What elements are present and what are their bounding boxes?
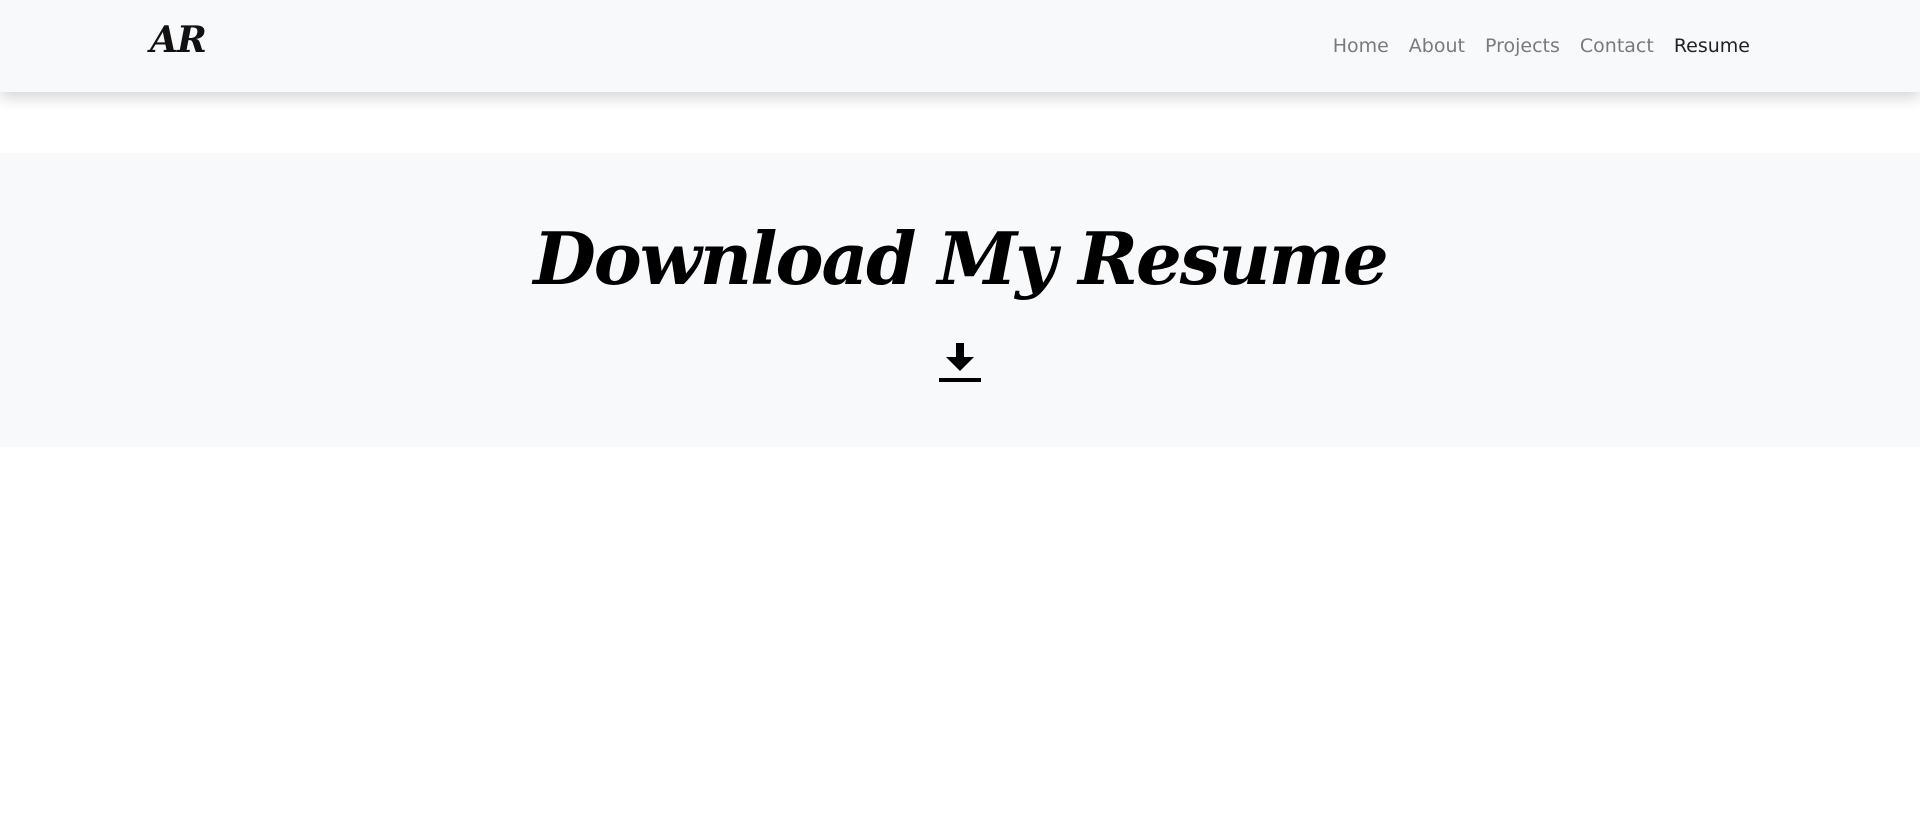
nav-link-projects[interactable]: Projects xyxy=(1475,34,1570,58)
nav-link-resume[interactable]: Resume xyxy=(1664,34,1760,58)
download-icon xyxy=(939,343,981,382)
resume-hero: Download My Resume xyxy=(0,153,1920,447)
nav-link-home[interactable]: Home xyxy=(1323,34,1399,58)
nav-links: Home About Projects Contact Resume xyxy=(1323,34,1760,58)
navbar: AR Home About Projects Contact Resume xyxy=(0,0,1920,92)
nav-link-contact[interactable]: Contact xyxy=(1570,34,1664,58)
nav-link-about[interactable]: About xyxy=(1399,34,1475,58)
download-resume-button[interactable] xyxy=(936,338,984,386)
brand-logo[interactable]: AR xyxy=(150,22,207,58)
page-title: Download My Resume xyxy=(533,216,1388,301)
